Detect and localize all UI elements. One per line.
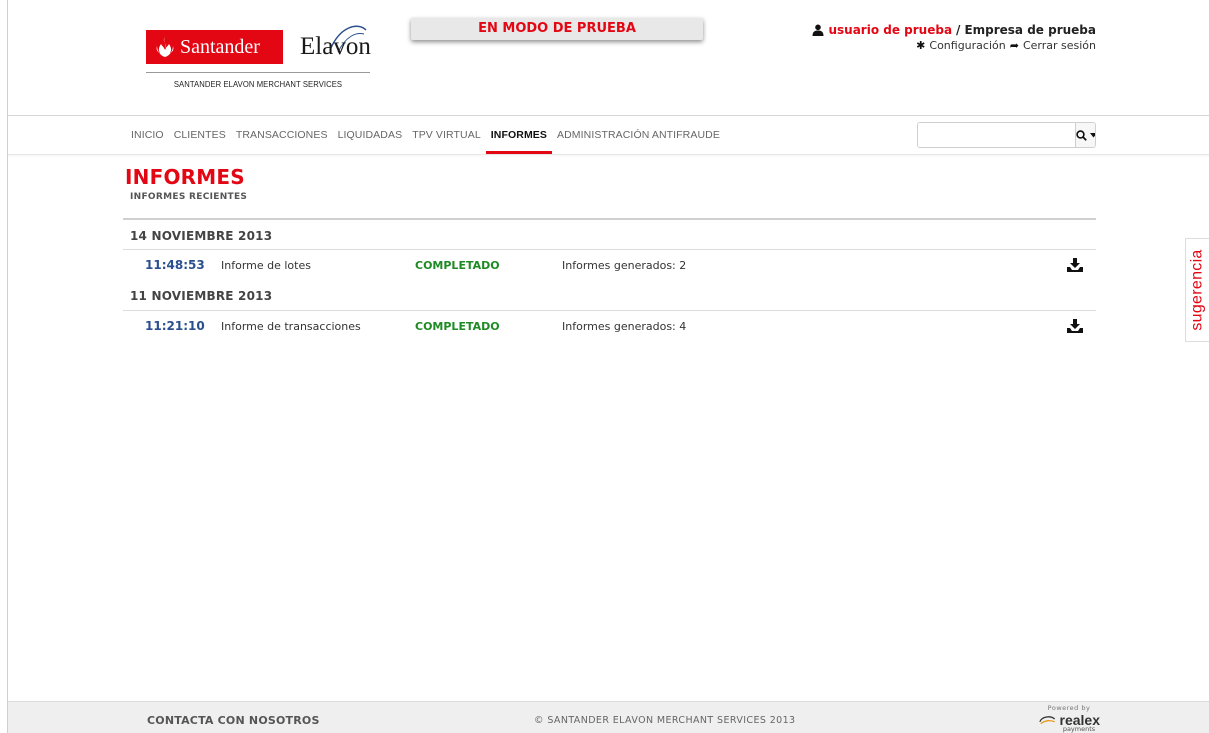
report-time-link[interactable]: 11:48:53 — [145, 258, 205, 272]
account-links: ✱ Configuración ➦ Cerrar sesión — [916, 39, 1096, 52]
report-status: COMPLETADO — [415, 320, 500, 333]
gear-icon: ✱ — [916, 39, 926, 52]
logo-subtitle: SANTANDER ELAVON MERCHANT SERVICES — [173, 79, 343, 89]
payments-label: payments — [1062, 725, 1096, 733]
download-icon[interactable] — [1066, 257, 1084, 273]
group-divider — [123, 249, 1096, 250]
report-name: Informe de transacciones — [221, 320, 361, 333]
footer: CONTACTA CON NOSOTROS © SANTANDER ELAVON… — [8, 701, 1209, 733]
report-row: 11:48:53 Informe de lotes COMPLETADO Inf… — [123, 258, 1096, 278]
report-group-date: 11 NOVIEMBRE 2013 — [130, 289, 273, 303]
test-mode-banner: EN MODO DE PRUEBA — [411, 18, 703, 40]
nav-separator — [8, 154, 1209, 155]
report-time-link[interactable]: 11:21:10 — [145, 319, 205, 333]
settings-link[interactable]: Configuración — [929, 39, 1005, 52]
realex-powered-logo[interactable]: Powered by realex payments — [1038, 704, 1100, 733]
search-group — [917, 122, 1096, 148]
report-group-date: 14 NOVIEMBRE 2013 — [130, 229, 273, 243]
title-divider — [123, 218, 1096, 220]
logout-link[interactable]: Cerrar sesión — [1023, 39, 1096, 52]
nav-item-liquidadas[interactable]: LIQUIDADAS — [333, 116, 408, 154]
page-title: INFORMES — [125, 165, 245, 189]
report-count: Informes generados: 4 — [562, 320, 687, 333]
elavon-wordmark: Elavon — [300, 33, 371, 60]
user-info: usuario de prueba / Empresa de prueba — [812, 23, 1096, 37]
nav-item-inicio[interactable]: INICIO — [126, 116, 169, 154]
report-row: 11:21:10 Informe de transacciones COMPLE… — [123, 319, 1096, 339]
main-nav: INICIO CLIENTES TRANSACCIONES LIQUIDADAS… — [126, 116, 725, 154]
santander-logo: Santander — [146, 30, 283, 64]
user-name-link[interactable]: usuario de prueba — [828, 23, 952, 37]
download-icon[interactable] — [1066, 318, 1084, 334]
santander-flame-icon — [156, 37, 174, 57]
nav-item-transacciones[interactable]: TRANSACCIONES — [231, 116, 333, 154]
nav-item-antifraude[interactable]: ADMINISTRACIÓN ANTIFRAUDE — [552, 116, 725, 154]
nav-item-informes[interactable]: INFORMES — [485, 116, 552, 154]
powered-by-label: Powered by — [1047, 704, 1091, 712]
logout-arrow-icon: ➦ — [1009, 39, 1019, 52]
logo-divider — [146, 72, 370, 73]
nav-item-clientes[interactable]: CLIENTES — [169, 116, 231, 154]
report-status: COMPLETADO — [415, 259, 500, 272]
search-icon — [1076, 129, 1087, 141]
report-count: Informes generados: 2 — [562, 259, 687, 272]
user-icon — [812, 24, 824, 36]
contact-link[interactable]: CONTACTA CON NOSOTROS — [147, 714, 320, 727]
feedback-tab[interactable]: sugerencia — [1185, 238, 1209, 342]
realex-swirl-icon — [1039, 716, 1056, 725]
santander-elavon-logo[interactable]: Santander Elavon SANTANDER ELAVON MERCHA… — [146, 25, 371, 90]
footer-copyright: © SANTANDER ELAVON MERCHANT SERVICES 201… — [534, 715, 796, 726]
search-button[interactable] — [1075, 123, 1095, 147]
user-separator: / — [956, 23, 961, 37]
caret-down-icon — [1090, 132, 1095, 137]
nav-item-tpv-virtual[interactable]: TPV VIRTUAL — [407, 116, 486, 154]
page-subtitle: INFORMES RECIENTES — [130, 192, 248, 202]
page-frame — [7, 0, 1209, 733]
feedback-tab-label: sugerencia — [1188, 249, 1206, 331]
santander-wordmark: Santander — [180, 35, 260, 58]
company-name: Empresa de prueba — [964, 23, 1096, 37]
report-name: Informe de lotes — [221, 259, 311, 272]
group-divider — [123, 310, 1096, 311]
search-input[interactable] — [918, 123, 1075, 147]
